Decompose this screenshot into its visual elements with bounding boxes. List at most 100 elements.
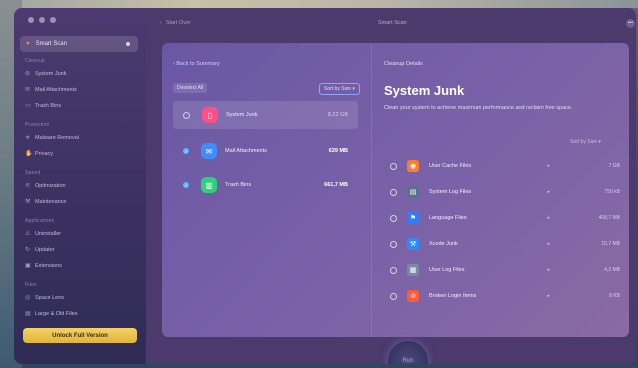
item-checkbox[interactable]: [390, 214, 397, 222]
app-window: ♥ Smart Scan Cleanup ⊜ System Junk ✉ Mail …: [14, 8, 636, 364]
sidebar-item-label: Extensions: [35, 262, 62, 269]
bin-icon: ▭: [25, 103, 31, 109]
detail-sort-dropdown[interactable]: Sort by Size ▾: [570, 139, 601, 145]
sidebar-item-label: Smart Scan: [35, 41, 67, 47]
chevron-down-icon: ▾: [596, 139, 601, 145]
mail-icon: ✉: [25, 87, 31, 93]
chevron-right-icon[interactable]: ▸: [547, 215, 550, 221]
sidebar-item-label: Trash Bins: [35, 102, 62, 109]
sidebar-item-system-junk[interactable]: ⊜ System Junk: [25, 70, 66, 78]
folder-icon: ▤: [25, 311, 31, 317]
sidebar-item-label: Large & Old Files: [35, 310, 78, 317]
item-size: 15,7 MB: [601, 241, 620, 247]
wrench-icon: ⚒: [25, 199, 31, 205]
sidebar-item-uninstaller[interactable]: ⚠ Uninstaller: [25, 230, 61, 238]
uninstall-icon: ⚠: [25, 231, 31, 237]
minimize-window-button[interactable]: [39, 17, 45, 23]
chevron-right-icon[interactable]: ▸: [547, 241, 550, 247]
item-checkbox[interactable]: [390, 292, 397, 300]
back-to-summary-link[interactable]: ‹ Back to Summary: [173, 61, 220, 67]
sidebar-item-privacy[interactable]: ✋ Privacy: [25, 150, 54, 158]
chevron-right-icon[interactable]: ▸: [547, 163, 550, 169]
sidebar-item-optimization[interactable]: ⚟ Optimization: [25, 182, 66, 190]
item-size: 750 kB: [604, 189, 620, 195]
sort-by-size-label: Sort by Size: [324, 86, 351, 92]
cleanup-details-title: Cleanup Details: [384, 61, 423, 67]
trash-icon: ⊜: [25, 71, 31, 77]
sort-by-size-label: Sort by Size: [570, 139, 597, 145]
cleanup-details-panel: ‹ Back to Summary Cleanup Details Desele…: [162, 43, 629, 337]
detail-title: System Junk: [384, 83, 465, 98]
item-size: 8 KB: [609, 293, 620, 299]
category-name: System Junk: [226, 112, 258, 118]
junk-item-xcode-junk[interactable]: ⚒ Xcode Junk ▸ 15,7 MB: [390, 234, 620, 254]
close-window-button[interactable]: [28, 17, 34, 23]
item-label: Xcode Junk: [429, 241, 458, 247]
category-row-mail-attachments[interactable]: ✓ ✉ Mail Attachments 639 MB: [173, 137, 358, 165]
sidebar-section-title: Protection: [25, 122, 50, 128]
window-controls: [28, 17, 56, 23]
puzzle-icon: ▣: [25, 263, 31, 269]
chevron-right-icon[interactable]: ▸: [547, 267, 550, 273]
sidebar-item-label: Mail Attachments: [35, 86, 77, 93]
item-label: User Log Files: [429, 267, 465, 273]
junk-item-broken-login-items[interactable]: ⊘ Broken Login Items ▸ 8 KB: [390, 286, 620, 306]
sliders-icon: ⚟: [25, 183, 31, 189]
category-checkbox[interactable]: ✓: [183, 182, 189, 188]
sidebar-item-label: Uninstaller: [35, 230, 61, 237]
dots-icon: •••: [627, 20, 634, 26]
category-checkbox[interactable]: ✓: [183, 148, 189, 154]
sidebar-item-large-old-files[interactable]: ▤ Large & Old Files: [25, 310, 78, 318]
category-checkbox[interactable]: [183, 111, 190, 119]
junk-item-user-log-files[interactable]: ▦ User Log Files ▸ 4,2 MB: [390, 260, 620, 280]
active-indicator-dot: [126, 42, 130, 46]
sidebar-item-smart-scan[interactable]: ♥ Smart Scan: [20, 36, 138, 52]
sidebar-section-title: Files: [25, 282, 37, 288]
junk-item-system-log-files[interactable]: ▤ System Log Files ▸ 750 kB: [390, 182, 620, 202]
category-row-system-junk[interactable]: ▯ System Junk 8,22 GB: [173, 101, 358, 129]
xcode-icon: ⚒: [407, 238, 419, 250]
sidebar-item-updater[interactable]: ↻ Updater: [25, 246, 55, 254]
sidebar-item-label: Privacy: [35, 150, 54, 157]
sidebar-item-label: Space Lens: [35, 294, 65, 301]
sidebar-item-mail-attachments[interactable]: ✉ Mail Attachments: [25, 86, 77, 94]
sidebar-item-malware-removal[interactable]: ☣ Malware Removal: [25, 134, 80, 142]
chevron-left-icon: ‹: [160, 20, 162, 26]
sidebar-item-label: Optimization: [35, 182, 66, 189]
trash-can-icon: ▯: [202, 107, 218, 123]
sidebar-item-label: Updater: [35, 246, 55, 253]
window-title: Smart Scan: [378, 20, 407, 26]
sidebar-item-trash-bins[interactable]: ▭ Trash Bins: [25, 102, 62, 110]
sort-by-size-dropdown[interactable]: Sort by Size ▾: [319, 83, 360, 95]
chevron-right-icon[interactable]: ▸: [547, 189, 550, 195]
chevron-right-icon[interactable]: ▸: [547, 293, 550, 299]
item-checkbox[interactable]: [390, 188, 397, 196]
broken-login-icon: ⊘: [407, 290, 419, 302]
sidebar-item-maintenance[interactable]: ⚒ Maintenance: [25, 198, 67, 206]
sidebar-item-extensions[interactable]: ▣ Extensions: [25, 262, 62, 270]
junk-item-user-cache-files[interactable]: ◉ User Cache Files ▸ 7 GB: [390, 156, 620, 176]
sidebar-item-label: Maintenance: [35, 198, 67, 205]
zoom-window-button[interactable]: [50, 17, 56, 23]
junk-item-language-files[interactable]: ⚑ Language Files ▸ 408,7 MB: [390, 208, 620, 228]
deselect-all-button[interactable]: Deselect All: [173, 83, 208, 93]
category-row-trash-bins[interactable]: ✓ ▥ Trash Bins 661,7 MB: [173, 171, 358, 199]
item-checkbox[interactable]: [390, 162, 397, 170]
assistant-button[interactable]: •••: [626, 19, 635, 28]
panel-divider: [371, 43, 372, 337]
item-label: Language Files: [429, 215, 467, 221]
item-checkbox[interactable]: [390, 240, 397, 248]
mail-attachment-icon: ✉: [201, 143, 217, 159]
back-to-summary-label: Back to Summary: [176, 61, 220, 67]
sidebar-item-space-lens[interactable]: ◎ Space Lens: [25, 294, 65, 302]
start-over-label: Start Over: [165, 20, 191, 26]
item-checkbox[interactable]: [390, 266, 397, 274]
smart-scan-icon: ♥: [26, 41, 30, 47]
unlock-full-version-button[interactable]: Unlock Full Version: [23, 328, 137, 343]
sidebar-item-label: Malware Removal: [35, 134, 80, 141]
item-size: 4,2 MB: [604, 267, 620, 273]
hand-icon: ✋: [25, 151, 33, 157]
run-button[interactable]: Run: [388, 341, 428, 364]
item-size: 408,7 MB: [598, 215, 620, 221]
start-over-button[interactable]: ‹ Start Over: [160, 20, 191, 26]
